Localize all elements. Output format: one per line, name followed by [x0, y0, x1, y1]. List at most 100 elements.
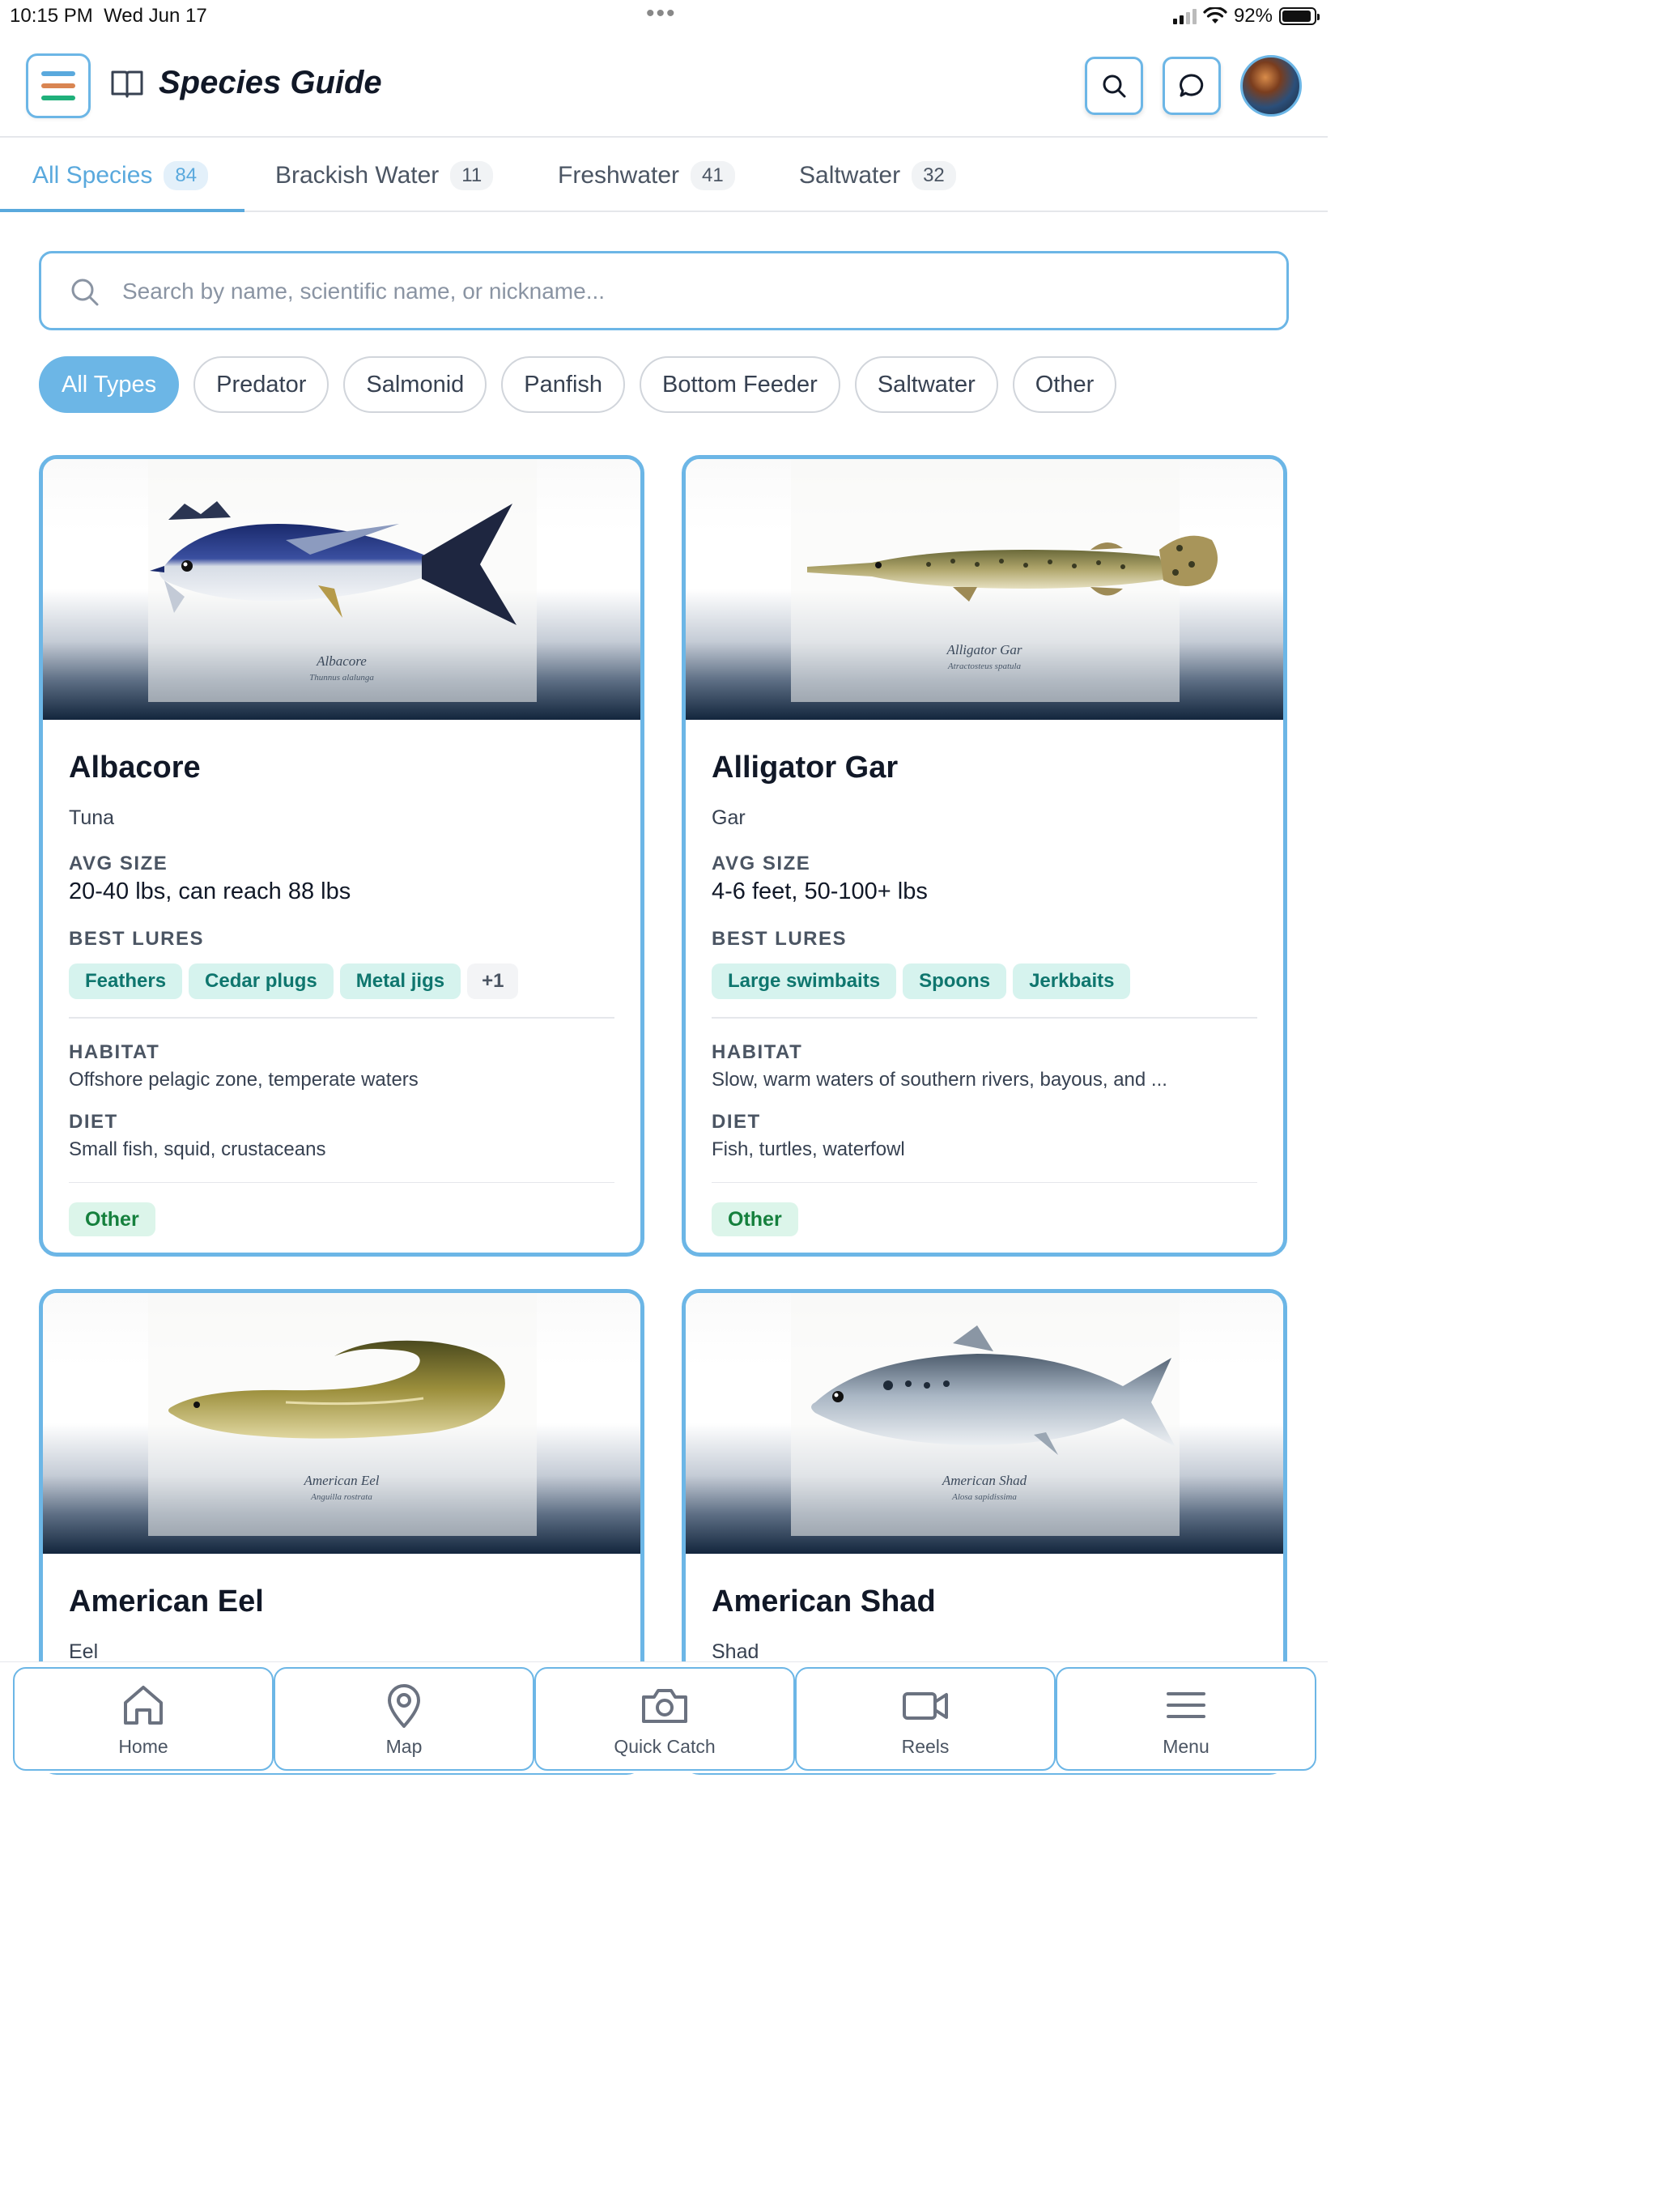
divider — [712, 1017, 1257, 1019]
messages-button[interactable] — [1163, 57, 1221, 115]
species-search-box[interactable] — [39, 251, 1289, 330]
app-window: 10:15 PM Wed Jun 17 ••• 92% Species Guid… — [0, 0, 1328, 2212]
filter-chip-salmonid[interactable]: Salmonid — [343, 356, 487, 413]
active-tab-indicator — [0, 209, 244, 212]
status-bar: 10:15 PM Wed Jun 17 ••• 92% — [0, 0, 1328, 32]
species-name: American Eel — [69, 1585, 264, 1619]
tab-label: Brackish Water — [275, 162, 440, 189]
menu-bar-top — [41, 71, 75, 76]
lure-tag: Cedar plugs — [189, 963, 334, 999]
diet-label: DIET — [712, 1111, 761, 1133]
species-illustration: American Eel Anguilla rostrata — [43, 1293, 640, 1554]
category-badge: Other — [712, 1202, 798, 1236]
species-card-albacore[interactable]: Albacore Thunnus alalunga Albacore Tuna … — [39, 455, 644, 1257]
tab-all-species[interactable]: All Species 84 — [32, 139, 209, 212]
tab-freshwater[interactable]: Freshwater 41 — [558, 139, 735, 212]
alligator-gar-fish-image — [807, 535, 1218, 602]
nav-home-button[interactable]: Home — [13, 1667, 274, 1771]
tab-count-badge: 84 — [164, 161, 209, 190]
filter-chip-panfish[interactable]: Panfish — [501, 356, 626, 413]
american-eel-fish-image — [168, 1340, 505, 1439]
best-lures-label: BEST LURES — [69, 928, 205, 950]
tab-saltwater[interactable]: Saltwater 32 — [799, 139, 956, 212]
filter-chip-other[interactable]: Other — [1012, 356, 1117, 413]
card-body: Albacore Tuna AVG SIZE 20-40 lbs, can re… — [43, 751, 640, 1236]
title-group: Species Guide — [110, 65, 382, 101]
nav-quick-catch-button[interactable]: Quick Catch — [534, 1667, 795, 1771]
menu-bar-bottom — [41, 96, 75, 100]
hamburger-menu-button[interactable] — [26, 53, 91, 118]
more-lures-badge[interactable]: +1 — [467, 963, 519, 999]
filter-chip-saltwater[interactable]: Saltwater — [854, 356, 998, 413]
illustration-caption-scientific: Alosa sapidissima — [952, 1492, 1017, 1502]
species-card-alligator-gar[interactable]: Alligator Gar Atractosteus spatula Allig… — [682, 455, 1287, 1257]
battery-fill — [1282, 11, 1311, 22]
species-family: Eel — [69, 1640, 99, 1663]
species-family: Gar — [712, 806, 746, 829]
menu-bar-middle — [41, 83, 75, 88]
habitat-value: Slow, warm waters of southern rivers, ba… — [712, 1069, 1167, 1091]
illustration-caption: American Eel — [304, 1473, 380, 1488]
species-name: Albacore — [69, 751, 201, 785]
tab-count-badge: 11 — [450, 161, 494, 190]
video-camera-icon — [903, 1691, 948, 1720]
camera-icon — [642, 1688, 687, 1723]
nav-label: Menu — [1163, 1735, 1209, 1757]
tab-label: Freshwater — [558, 162, 680, 189]
illustration-caption-scientific: Thunnus alalunga — [309, 673, 374, 683]
diet-value: Fish, turtles, waterfowl — [712, 1138, 905, 1160]
battery-icon — [1279, 7, 1320, 25]
american-shad-fish-image — [811, 1325, 1175, 1455]
nav-map-button[interactable]: Map — [274, 1667, 534, 1771]
tab-label: All Species — [32, 162, 153, 189]
card-body: Alligator Gar Gar AVG SIZE 4-6 feet, 50-… — [686, 751, 1283, 1236]
user-avatar[interactable] — [1240, 55, 1302, 117]
tab-count-badge: 32 — [912, 161, 956, 190]
card-body: American Shad Shad — [686, 1585, 1283, 1664]
lure-tag: Feathers — [69, 963, 183, 999]
status-date: Wed Jun 17 — [104, 5, 207, 27]
lure-tags: Feathers Cedar plugs Metal jigs +1 — [69, 963, 614, 999]
tab-brackish-water[interactable]: Brackish Water 11 — [275, 139, 494, 212]
status-right: 92% — [1172, 5, 1320, 28]
card-body: American Eel Eel — [43, 1585, 640, 1664]
species-family: Tuna — [69, 806, 115, 829]
type-filter-chips: All Types Predator Salmonid Panfish Bott… — [39, 356, 1117, 413]
lure-tags: Large swimbaits Spoons Jerkbaits — [712, 963, 1257, 999]
diet-label: DIET — [69, 1111, 118, 1133]
filter-chip-all-types[interactable]: All Types — [39, 356, 180, 413]
habitat-label: HABITAT — [712, 1041, 803, 1063]
species-name: American Shad — [712, 1585, 936, 1619]
avg-size-label: AVG SIZE — [712, 853, 811, 874]
open-book-icon — [111, 70, 143, 97]
search-button[interactable] — [1085, 57, 1143, 115]
species-illustration: American Shad Alosa sapidissima — [686, 1293, 1283, 1554]
illustration-caption: American Shad — [942, 1473, 1027, 1488]
species-name: Alligator Gar — [712, 751, 899, 785]
battery-percent: 92% — [1233, 5, 1273, 27]
illustration-caption: Albacore — [317, 653, 367, 669]
filter-chip-bottom-feeder[interactable]: Bottom Feeder — [640, 356, 840, 413]
avg-size-value: 4-6 feet, 50-100+ lbs — [712, 878, 928, 904]
page-title: Species Guide — [159, 65, 382, 100]
habitat-value: Offshore pelagic zone, temperate waters — [69, 1069, 419, 1091]
filter-chip-predator[interactable]: Predator — [193, 356, 329, 413]
search-input[interactable] — [122, 268, 1256, 315]
multitasking-dots-icon[interactable]: ••• — [646, 0, 677, 28]
app-header: Species Guide — [0, 32, 1328, 138]
water-type-tabs: All Species 84 Brackish Water 11 Freshwa… — [0, 139, 1328, 212]
nav-label: Home — [118, 1735, 168, 1757]
bottom-navigation: Home Map Quick Catch Reels Menu — [0, 1661, 1328, 1773]
search-icon — [71, 279, 99, 306]
status-time: 10:15 PM Wed Jun 17 — [10, 5, 207, 28]
nav-label: Quick Catch — [614, 1735, 716, 1757]
nav-label: Map — [385, 1735, 423, 1757]
avg-size-label: AVG SIZE — [69, 853, 168, 874]
species-family: Shad — [712, 1640, 759, 1663]
home-icon — [124, 1685, 163, 1725]
status-time-text: 10:15 PM — [10, 5, 93, 27]
nav-reels-button[interactable]: Reels — [795, 1667, 1056, 1771]
avg-size-value: 20-40 lbs, can reach 88 lbs — [69, 878, 351, 904]
species-illustration: Alligator Gar Atractosteus spatula — [686, 459, 1283, 720]
nav-menu-button[interactable]: Menu — [1056, 1667, 1316, 1771]
